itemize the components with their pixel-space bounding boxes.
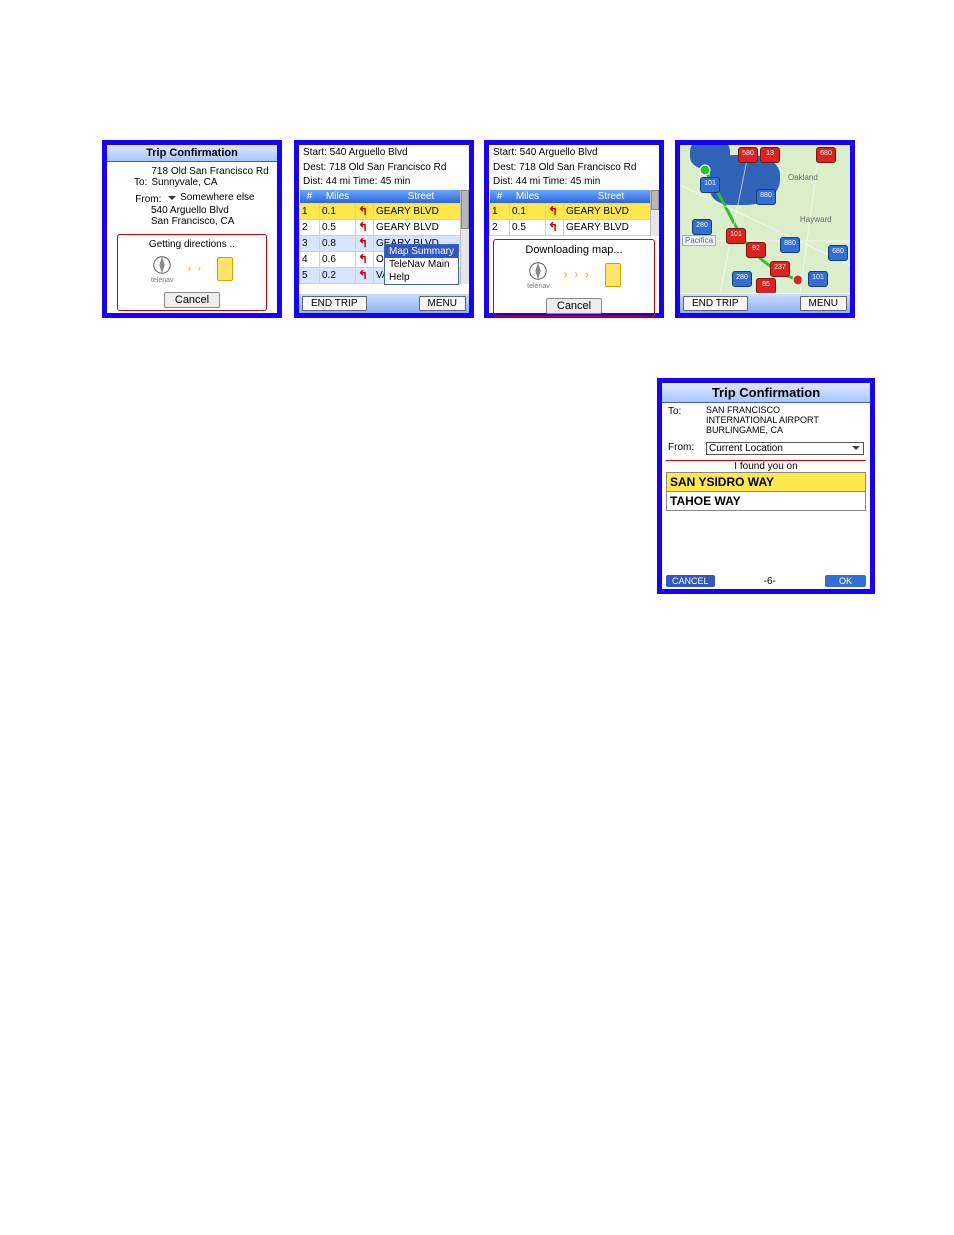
highway-shield: 237 bbox=[770, 261, 790, 277]
cancel-button[interactable]: Cancel bbox=[164, 292, 220, 308]
to-value: SAN FRANCISCO INTERNATIONAL AIRPORT BURL… bbox=[706, 406, 819, 436]
turn-icon: ↱ bbox=[358, 221, 368, 233]
status-text: Getting directions .. bbox=[120, 239, 264, 250]
turn-icon: ↱ bbox=[358, 237, 368, 249]
ok-button[interactable]: OK bbox=[825, 575, 866, 587]
highway-shield: 101 bbox=[726, 228, 746, 244]
highway-shield: 680 bbox=[828, 245, 848, 261]
screen-trip-confirmation-2: Trip Confirmation To: SAN FRANCISCO INTE… bbox=[657, 378, 875, 594]
table-row[interactable]: 10.1↱GEARY BLVD bbox=[490, 203, 659, 219]
to-label: To: bbox=[115, 177, 147, 188]
end-trip-button[interactable]: END TRIP bbox=[683, 296, 748, 311]
city-label: Pacifica bbox=[682, 235, 716, 246]
menu-item-help[interactable]: Help bbox=[385, 271, 458, 284]
cancel-button[interactable]: CANCEL bbox=[666, 575, 715, 587]
end-trip-button[interactable]: END TRIP bbox=[302, 296, 367, 311]
turn-icon: ↱ bbox=[548, 205, 558, 217]
highway-shield: 92 bbox=[746, 242, 766, 258]
highway-shield: 880 bbox=[756, 189, 776, 205]
highway-shield: 580 bbox=[738, 147, 758, 163]
table-row[interactable]: 20.5↱GEARY BLVD bbox=[490, 219, 659, 235]
found-you-on: I found you on bbox=[666, 460, 866, 472]
softkey-bar: END TRIP MENU bbox=[299, 294, 469, 313]
highway-shield: 680 bbox=[816, 147, 836, 163]
screen-downloading-map: Start: 540 Arguello Blvd Dest: 718 Old S… bbox=[484, 140, 664, 318]
softkey-bar: CANCEL -6- OK bbox=[662, 573, 870, 589]
table-row[interactable]: 20.5↱GEARY BLVD bbox=[300, 219, 469, 235]
highway-shield: 280 bbox=[732, 271, 752, 287]
title-bar: Trip Confirmation bbox=[662, 383, 870, 403]
highway-shield: 280 bbox=[692, 219, 712, 235]
menu-item-map-summary[interactable]: Map Summary bbox=[385, 245, 458, 258]
softkey-bar: END TRIP MENU bbox=[680, 294, 850, 313]
brand-label: telenav bbox=[151, 277, 174, 284]
scrollbar[interactable] bbox=[460, 190, 469, 284]
dist-text: Dist: 44 mi Time: 45 min bbox=[489, 174, 659, 190]
dest-text: Dest: 718 Old San Francisco Rd bbox=[489, 160, 659, 175]
turn-icon: ↱ bbox=[358, 269, 368, 281]
turn-icon: ↱ bbox=[358, 253, 368, 265]
highway-shield: 85 bbox=[756, 278, 776, 293]
map-canvas[interactable]: 580 13 680 101 880 280 101 92 880 237 28… bbox=[680, 145, 850, 293]
turn-icon: ↱ bbox=[548, 221, 558, 233]
brand-label: telenav bbox=[527, 283, 550, 290]
to-value: 718 Old San Francisco Rd Sunnyvale, CA bbox=[151, 166, 268, 188]
phone-icon bbox=[217, 257, 233, 281]
phone-icon bbox=[605, 263, 621, 287]
start-text: Start: 540 Arguello Blvd bbox=[299, 145, 469, 160]
screen-trip-confirmation-1: Trip Confirmation To: 718 Old San Francis… bbox=[102, 140, 282, 318]
street-option-selected[interactable]: SAN YSIDRO WAY bbox=[666, 472, 866, 491]
street-option[interactable]: TAHOE WAY bbox=[666, 491, 866, 511]
status-box: Getting directions .. telenav › › Cancel bbox=[117, 234, 267, 311]
to-label: To: bbox=[668, 406, 700, 417]
menu-button[interactable]: MENU bbox=[800, 296, 847, 311]
highway-shield: 13 bbox=[760, 147, 780, 163]
context-menu[interactable]: Map Summary TeleNav Main Help bbox=[384, 244, 459, 285]
title-bar: Trip Confirmation bbox=[107, 145, 277, 162]
city-label: Oakland bbox=[788, 173, 818, 182]
from-value: 540 Arguello Blvd San Francisco, CA bbox=[151, 205, 271, 227]
status-box: Downloading map... telenav › › › Cancel bbox=[493, 239, 655, 317]
from-label: From: bbox=[668, 442, 700, 453]
turn-icon: ↱ bbox=[358, 205, 368, 217]
screen-directions-menu: Start: 540 Arguello Blvd Dest: 718 Old S… bbox=[294, 140, 474, 318]
from-dropdown[interactable]: Current Location bbox=[706, 442, 864, 455]
menu-button[interactable]: MENU bbox=[419, 296, 466, 311]
highway-shield: 101 bbox=[700, 177, 720, 193]
signal-icon: › › bbox=[188, 263, 203, 274]
page-number: -6- bbox=[764, 576, 776, 587]
dist-text: Dist: 44 mi Time: 45 min bbox=[299, 174, 469, 190]
directions-table: #MilesStreet 10.1↱GEARY BLVD 20.5↱GEARY … bbox=[489, 190, 659, 236]
start-text: Start: 540 Arguello Blvd bbox=[489, 145, 659, 160]
table-row[interactable]: 10.1↱GEARY BLVD bbox=[300, 203, 469, 219]
dest-text: Dest: 718 Old San Francisco Rd bbox=[299, 160, 469, 175]
dropdown-icon bbox=[168, 196, 176, 204]
signal-icon: › › › bbox=[564, 269, 591, 281]
from-select-value: Current Location bbox=[709, 443, 783, 454]
from-dropdown[interactable]: Somewhere else bbox=[168, 192, 254, 203]
status-text: Downloading map... bbox=[496, 244, 652, 256]
from-label: From: bbox=[129, 194, 161, 205]
city-label: Hayward bbox=[800, 215, 832, 224]
cancel-button[interactable]: Cancel bbox=[546, 298, 602, 314]
menu-item-telenav-main[interactable]: TeleNav Main bbox=[385, 258, 458, 271]
highway-shield: 101 bbox=[808, 271, 828, 287]
scrollbar[interactable] bbox=[650, 190, 659, 236]
highway-shield: 880 bbox=[780, 237, 800, 253]
from-select-value: Somewhere else bbox=[180, 192, 254, 203]
compass-icon bbox=[527, 260, 549, 282]
screen-map-summary: 580 13 680 101 880 280 101 92 880 237 28… bbox=[675, 140, 855, 318]
compass-icon bbox=[151, 254, 173, 276]
